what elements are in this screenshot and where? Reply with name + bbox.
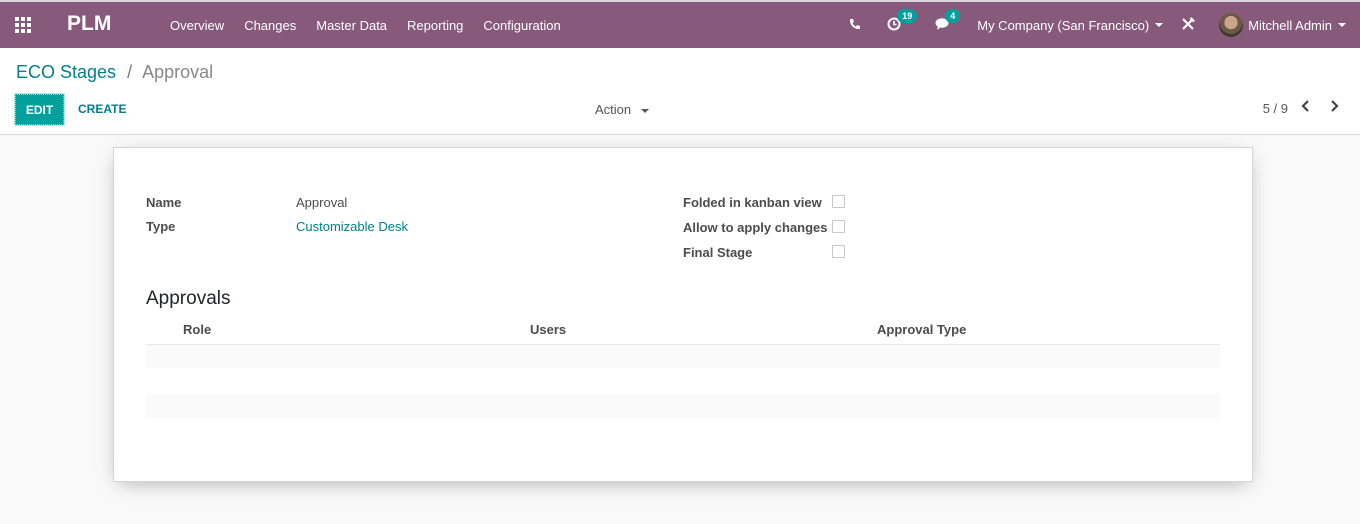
chevron-down-icon: [1338, 23, 1346, 27]
table-row: [146, 344, 1220, 368]
user-menu[interactable]: Mitchell Admin: [1219, 13, 1346, 37]
menu-reporting[interactable]: Reporting: [397, 18, 473, 33]
final-stage-label: Final Stage: [683, 245, 753, 260]
chevron-down-icon: [1155, 23, 1164, 27]
app-title[interactable]: PLM: [67, 12, 111, 36]
form-sheet: Name Approval Type Customizable Desk Fol…: [113, 147, 1253, 482]
phone-button[interactable]: [849, 18, 861, 33]
company-switcher[interactable]: My Company (San Francisco): [977, 17, 1164, 33]
breadcrumb: ECO Stages / Approval: [16, 62, 213, 83]
menu-configuration[interactable]: Configuration: [473, 18, 570, 33]
systray: 19 4 My Company (San Francisco) Mitchell…: [849, 2, 1360, 48]
action-dropdown[interactable]: Action: [595, 102, 649, 117]
pager: 5 / 9: [1263, 99, 1344, 117]
approvals-section-title: Approvals: [146, 288, 231, 309]
allow-changes-label: Allow to apply changes: [683, 220, 828, 235]
create-button[interactable]: CREATE: [78, 102, 126, 116]
type-label: Type: [146, 219, 176, 234]
apps-menu-icon[interactable]: [15, 17, 33, 33]
breadcrumb-separator: /: [127, 62, 133, 82]
column-approval-type[interactable]: Approval Type: [877, 322, 966, 337]
type-link[interactable]: Customizable Desk: [296, 219, 408, 234]
menu-changes[interactable]: Changes: [234, 18, 306, 33]
menu-overview[interactable]: Overview: [160, 18, 234, 33]
folded-kanban-checkbox[interactable]: [832, 195, 845, 208]
action-label: Action: [595, 102, 632, 117]
column-users[interactable]: Users: [530, 322, 566, 337]
company-name: My Company (San Francisco): [977, 17, 1150, 33]
tools-icon: [1181, 16, 1196, 34]
name-label: Name: [146, 195, 182, 210]
activity-count-badge: 19: [897, 8, 918, 23]
table-row: [146, 394, 1220, 418]
messages-button[interactable]: 4: [935, 8, 961, 34]
next-record-button[interactable]: [1324, 99, 1344, 117]
pager-value[interactable]: 5 / 9: [1263, 101, 1288, 116]
final-stage-checkbox[interactable]: [832, 245, 845, 258]
main-menu: Overview Changes Master Data Reporting C…: [160, 2, 571, 48]
messages-count-badge: 4: [945, 8, 961, 23]
avatar: [1219, 13, 1244, 37]
chevron-left-icon: [1301, 100, 1309, 112]
previous-record-button[interactable]: [1296, 99, 1316, 117]
activity-button[interactable]: 19: [887, 8, 918, 34]
phone-icon: [849, 18, 861, 33]
name-value: Approval: [296, 195, 348, 210]
breadcrumb-eco-stages[interactable]: ECO Stages: [16, 62, 116, 82]
approvals-table-header: Role Users Approval Type: [146, 320, 1220, 344]
control-panel: ECO Stages / Approval EDIT CREATE Action…: [0, 48, 1360, 135]
debug-tools-button[interactable]: [1181, 16, 1196, 34]
menu-master-data[interactable]: Master Data: [306, 18, 397, 33]
column-role[interactable]: Role: [183, 322, 211, 337]
breadcrumb-current: Approval: [142, 62, 214, 82]
chevron-right-icon: [1331, 100, 1339, 112]
edit-button[interactable]: EDIT: [15, 94, 64, 125]
chevron-down-icon: [640, 108, 649, 113]
user-name: Mitchell Admin: [1248, 17, 1332, 33]
allow-changes-checkbox[interactable]: [832, 220, 845, 233]
folded-kanban-label: Folded in kanban view: [683, 195, 822, 210]
top-navbar: PLM Overview Changes Master Data Reporti…: [0, 0, 1360, 48]
